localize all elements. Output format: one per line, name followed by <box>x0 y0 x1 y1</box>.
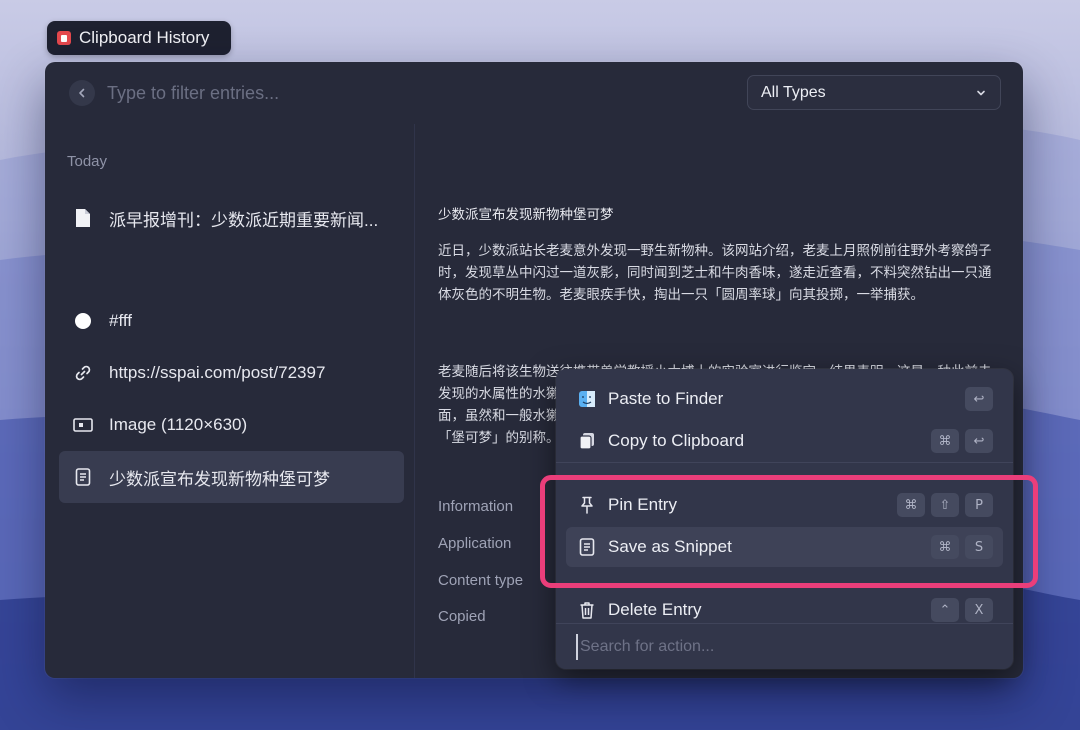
info-heading: Information <box>438 498 514 515</box>
shortcut-key: ↩ <box>965 387 993 411</box>
action-search-bar <box>556 623 1013 669</box>
menu-divider <box>556 462 1013 463</box>
shortcut-keys: ⌘ ↩ <box>931 429 993 453</box>
shortcut-keys: ⌘ ⇧ P <box>897 493 993 517</box>
shortcut-key: S <box>965 535 993 559</box>
shortcut-key: ⌘ <box>897 493 925 517</box>
list-item-selected[interactable]: 少数派宣布发现新物种堡可梦 <box>59 451 404 503</box>
menu-item-label: Pin Entry <box>608 495 677 514</box>
shortcut-key: P <box>965 493 993 517</box>
app-title-badge: Clipboard History <box>47 21 231 55</box>
image-icon <box>73 415 93 435</box>
type-filter-value: All Types <box>761 83 826 101</box>
shortcut-key: ⇧ <box>931 493 959 517</box>
text-icon <box>73 467 93 487</box>
list-item[interactable]: Image (1120×630) <box>59 399 404 451</box>
menu-item-save-as-snippet[interactable]: Save as Snippet ⌘ S <box>566 527 1003 567</box>
info-label-content-type: Content type <box>438 572 524 589</box>
snippet-icon <box>578 538 596 556</box>
menu-item-label: Copy to Clipboard <box>608 431 745 450</box>
menu-item-copy-to-clipboard[interactable]: Copy to Clipboard ⌘ ↩ <box>566 421 1003 461</box>
list-item[interactable]: 派早报增刊：少数派近期重要新闻... <box>59 192 404 244</box>
detail-paragraph-1: 近日，少数派站长老麦意外发现一野生新物种。该网站介绍，老麦上月照例前往野外考察鸽… <box>438 243 992 302</box>
shortcut-key: X <box>965 598 993 622</box>
shortcut-key: ↩ <box>965 429 993 453</box>
link-icon <box>73 363 93 383</box>
action-search-input[interactable] <box>576 634 996 660</box>
trash-icon <box>578 601 596 619</box>
history-list: Today 派早报增刊：少数派近期重要新闻... #fff https://ss… <box>45 124 415 678</box>
shortcut-keys: ⌘ S <box>931 535 993 559</box>
menu-item-pin-entry[interactable]: Pin Entry ⌘ ⇧ P <box>566 485 1003 525</box>
shortcut-key: ⌘ <box>931 429 959 453</box>
finder-icon <box>578 390 596 408</box>
copy-icon <box>578 432 596 450</box>
type-filter-dropdown[interactable]: All Types <box>747 75 1001 110</box>
shortcut-key: ⌘ <box>931 535 959 559</box>
list-item-label: #fff <box>109 311 133 330</box>
shortcut-key: ⌃ <box>931 598 959 622</box>
app-title: Clipboard History <box>79 28 210 47</box>
detail-title: 少数派宣布发现新物种堡可梦 <box>438 207 614 222</box>
shortcut-keys: ↩ <box>965 387 993 411</box>
chevron-left-icon <box>79 88 85 98</box>
app-logo-icon <box>57 31 71 45</box>
list-item-label: https://sspai.com/post/72397 <box>109 363 326 382</box>
filter-input[interactable] <box>107 78 707 108</box>
info-label-application: Application <box>438 535 512 552</box>
menu-item-label: Delete Entry <box>608 600 702 619</box>
list-item-label: 派早报增刊：少数派近期重要新闻... <box>109 210 379 230</box>
back-button[interactable] <box>69 80 95 106</box>
list-item-label: 少数派宣布发现新物种堡可梦 <box>109 469 330 489</box>
list-item-label: Image (1120×630) <box>109 415 248 434</box>
menu-item-paste-to-finder[interactable]: Paste to Finder ↩ <box>566 379 1003 419</box>
color-swatch-icon <box>73 311 93 331</box>
section-label-today: Today <box>67 153 108 170</box>
document-icon <box>73 208 93 228</box>
chevron-down-icon <box>977 90 985 96</box>
info-label-copied: Copied <box>438 608 486 625</box>
top-bar: All Types <box>45 62 1023 124</box>
list-item[interactable]: https://sspai.com/post/72397 <box>59 347 404 399</box>
action-menu: Paste to Finder ↩ Copy to Clipboard ⌘ ↩ … <box>556 369 1013 669</box>
pin-icon <box>578 496 596 514</box>
menu-item-label: Paste to Finder <box>608 389 724 408</box>
list-item[interactable]: #fff <box>59 295 404 347</box>
shortcut-keys: ⌃ X <box>931 598 993 622</box>
menu-item-label: Save as Snippet <box>608 537 732 556</box>
